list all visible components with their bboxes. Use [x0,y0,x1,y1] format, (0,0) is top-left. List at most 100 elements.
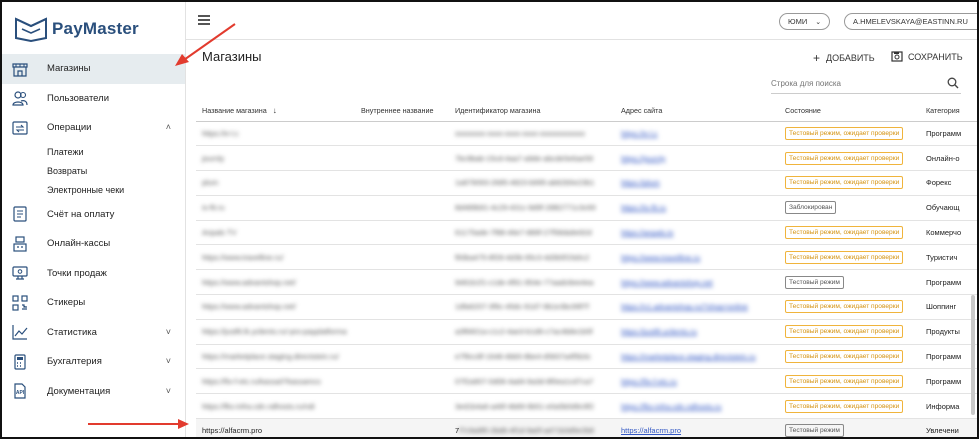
store-name: https://www.advantshop.net/ [202,277,296,287]
store-name-cell: journly [196,145,355,172]
table-row[interactable]: plum 1a879093-2685-4823-b995-ab62b5e23b1 h… [196,170,977,196]
search-box [771,74,961,94]
stores-table: Название магазина ↓ Внутреннее название … [196,100,977,437]
table-row[interactable]: https://www.advantshop.net/1dfa6207-3f9c… [196,294,977,320]
status-badge: Заблокирован [785,201,837,215]
sidebar-subitem[interactable]: Возвраты [2,162,185,181]
store-name-cell: https://marketplace.staging.directstein.… [196,344,355,370]
table-row[interactable]: https://justfit.lk.yclients.ru/-pro-payp… [196,319,977,345]
sidebar-item-chart[interactable]: Статистика ˅ [2,318,185,348]
sidebar-item-users[interactable]: Пользователи [2,84,185,114]
site-cell: https://fks-infra.cdn.ndhosts.ru [615,393,779,420]
sort-arrow-down-icon[interactable]: ↓ [273,106,277,115]
category: Увлечени [926,426,959,436]
site-link[interactable]: https://alfacrm.pro [621,426,681,435]
category: Онлайн-о [926,153,960,163]
category: Обучающ [926,203,960,213]
store-id: a3f6601a-c1c2-4ae3-b1d6-c7ac4b8e1b5f [455,327,593,337]
sidebar-item-api[interactable]: API Документация ˅ [2,377,185,407]
organization-selector[interactable]: ЮМИ ⌄ [779,13,831,30]
menu-toggle-icon[interactable] [198,15,210,25]
table-row[interactable]: https://alfacrm.pro 7f7c9a9f0-2bd6-4f1d-9… [196,418,977,437]
site-link[interactable]: https://plum [621,178,660,187]
chevron-down-icon[interactable]: ˅ [166,386,171,396]
brand-logo[interactable]: PayMaster [14,14,139,44]
site-link[interactable]: https://marketplace.staging.directstein.… [621,352,756,361]
site-link[interactable]: https://www.advantshop.net [621,278,713,287]
sidebar-item-invoice[interactable]: Счёт на оплату [2,200,185,230]
internal-name-cell [355,294,449,320]
column-header-store-id[interactable]: Идентификатор магазина [449,100,615,122]
store-name: https://e-l.c [202,128,239,138]
sidebar-item-calculator[interactable]: Бухгалтерия ˅ [2,347,185,377]
sidebar-subitem[interactable]: Электронные чеки [2,181,185,200]
chevron-down-icon[interactable]: ˅ [166,327,171,337]
category: Информа [926,401,960,411]
save-button-label: СОХРАНИТЬ [908,51,963,62]
table-row[interactable]: https://fix-f-etc.ru/kassa/i?kassamcs 07f… [196,368,977,395]
table-row[interactable]: https://www.advantshop.net/9481b1f1-c1de… [196,269,977,296]
store-id-cell: 9481b1f1-c1de-4f91-954e-77aadc8ee4ea [449,269,615,296]
table-row[interactable]: https://marketplace.staging.directstein.… [196,344,977,370]
chevron-up-icon[interactable]: ˄ [166,122,171,132]
sidebar-item-operations[interactable]: Операции ˄ [2,113,185,143]
status-badge: Тестовый режим, ожидает проверки [785,126,904,140]
site-link[interactable]: https://fks-infra.cdn.ndhosts.ru [621,402,721,411]
category: Продукты [926,327,960,337]
column-header-internal-name[interactable]: Внутреннее название [355,100,449,122]
chevron-down-icon[interactable]: ˅ [166,356,171,366]
add-button[interactable]: + ДОБАВИТЬ [813,51,875,65]
sidebar-item-store[interactable]: Магазины [2,54,185,84]
site-cell: https://is-fit.ru [615,195,779,221]
column-header-category[interactable]: Категория [920,100,977,122]
store-id: 7bc9bab-15cd-4aa7-a9de-abcde5e6ae59 [455,153,594,163]
sidebar-item-qr-sticker[interactable]: Стикеры [2,288,185,318]
table-row[interactable]: is-fit.ru 8d489b91-4c29-431c-9d9f-28B2771… [196,195,977,221]
site-link[interactable]: https://journly [621,154,666,163]
column-header-site[interactable]: Адрес сайта [615,100,779,122]
add-button-label: ДОБАВИТЬ [826,53,875,63]
site-link[interactable]: https://e-l.c [621,129,658,138]
site-link[interactable]: https://justfit.yclients.ru [621,327,697,336]
store-name-cell: is-fit.ru [196,195,355,221]
pos-icon [12,265,28,281]
internal-name-cell [355,418,449,437]
table-row[interactable]: journly 7bc9bab-15cd-4aa7-a9de-abcde5e6ae… [196,145,977,172]
column-header-status[interactable]: Состояние [779,100,920,122]
sidebar-item-pos[interactable]: Точки продаж [2,259,185,289]
category: Программ [926,376,962,386]
table-row[interactable]: https://e-l.c xxxxxxxx-xxxx-xxxx-xxxx-xxx… [196,121,977,147]
site-link[interactable]: https://v1.advantshop.ru/?shop=online [621,302,748,311]
status-badge: Тестовый режим, ожидает проверки [785,151,904,165]
table-row[interactable]: https://fks-infra.cdn.ndhosts.ru/ndi 3ed1… [196,393,977,420]
store-id: 1a879093-2685-4823-b995-ab62b5e23b1 [455,178,595,188]
sidebar: PayMaster Магазины Пользователи Операции ˄ П… [2,2,186,437]
site-link[interactable]: https://fix-f-etc.ru [621,377,677,386]
chevron-down-icon: ⌄ [815,18,822,26]
sidebar-subitem[interactable]: Платежи [2,143,185,162]
invoice-icon [12,206,28,222]
store-name-cell: https://www.advantshop.net/ [196,294,355,320]
status-badge: Тестовый режим, ожидает проверки [785,350,904,364]
table-row[interactable]: Anpals TV 61175ade-7f88-46e7-889f-27f58da… [196,220,977,246]
status-badge: Тестовый режим, ожидает проверки [785,176,904,190]
store-id: 07f2a907-0d08-4ad4-9a3d-8f0ea1cd7ca7 [455,376,594,386]
user-account-selector[interactable]: A.HMELEVSKAYA@EASTINN.RU ⌄ [844,13,977,30]
sidebar-item-cash-register[interactable]: Онлайн-кассы [2,229,185,259]
table-row[interactable]: https://www.travelline.ru/f83ba475-8f28-… [196,244,977,271]
site-link[interactable]: https://anpals.tv [621,228,674,237]
site-link[interactable]: https://www.travelline.ru [621,253,700,262]
store-name: https://fix-f-etc.ru/kassa/i?kassamcs [202,376,321,386]
store-name: https://justfit.lk.yclients.ru/-pro-payp… [202,327,347,337]
table-scrollbar[interactable] [971,295,975,415]
category: Форекс [926,178,952,188]
site-link[interactable]: https://is-fit.ru [621,203,666,212]
category: Туристич [926,252,958,262]
search-icon[interactable] [947,77,959,89]
save-button[interactable]: СОХРАНИТЬ [891,51,963,62]
column-header-name[interactable]: Название магазина ↓ [196,100,355,122]
search-input[interactable] [771,79,936,88]
sidebar-item-label: Документация [47,385,111,397]
qr-sticker-icon [12,295,28,311]
store-id: xxxxxxxx-xxxx-xxxx-xxxx-xxxxxxxxxxxx [455,128,585,138]
